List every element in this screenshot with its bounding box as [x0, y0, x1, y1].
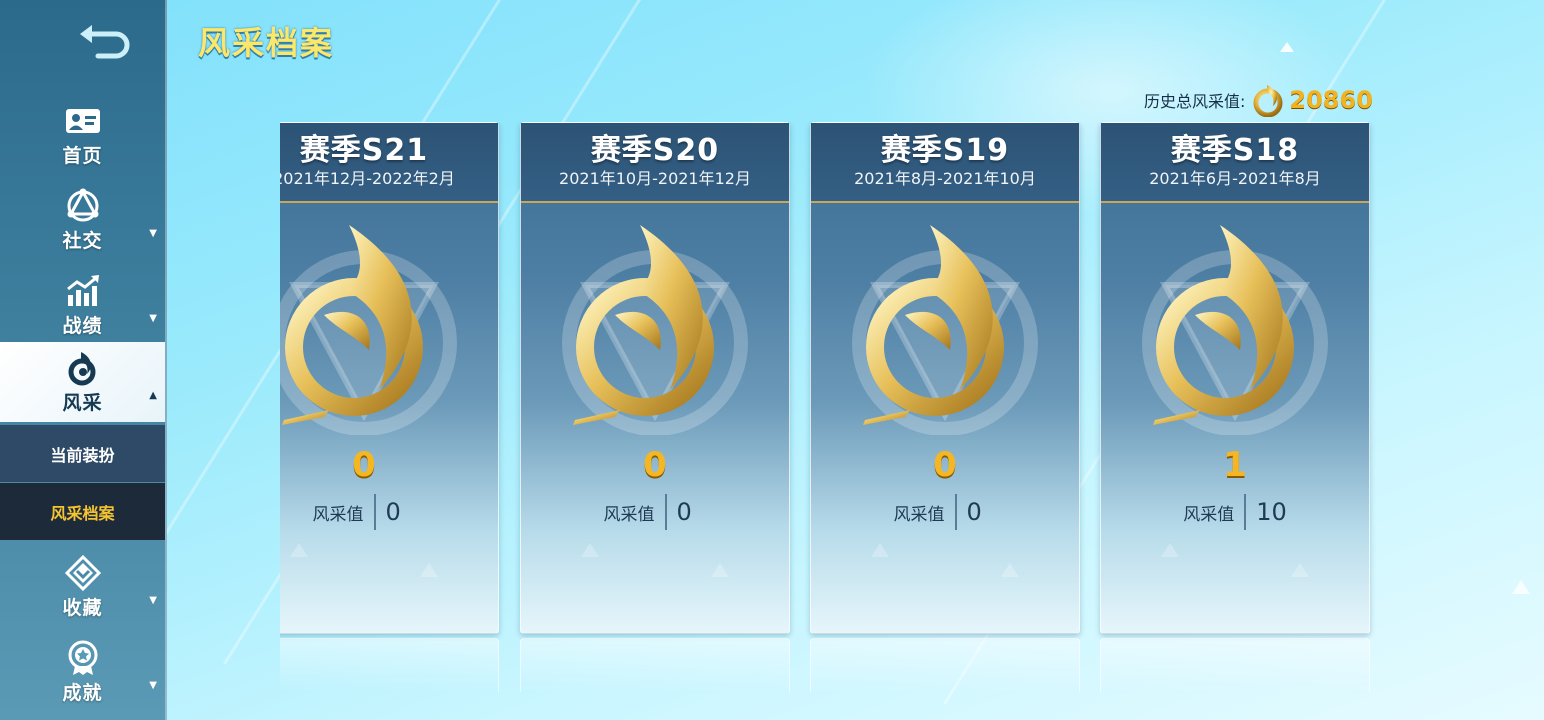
style-coin-icon [1253, 85, 1283, 117]
submenu-item-style-archive[interactable]: 风采档案 [0, 483, 165, 540]
sidebar-item-home[interactable]: 首页 [0, 95, 165, 175]
season-dates: 2021年10月-2021年12月 [559, 169, 751, 188]
sidebar-item-record[interactable]: 战绩 ▼ [0, 265, 165, 345]
season-card[interactable]: 赛季S19 2021年8月-2021年10月 0 风采值 0 [810, 122, 1080, 634]
sidebar-item-label: 社交 [62, 229, 103, 252]
season-card-header: 赛季S19 2021年8月-2021年10月 [811, 123, 1079, 203]
stat-value: 10 [1256, 498, 1287, 526]
stats-chart-icon [66, 274, 99, 306]
chevron-down-icon: ▼ [149, 680, 157, 691]
decorative-triangle [711, 563, 729, 577]
total-value: 20860 [1289, 86, 1373, 114]
season-name: 赛季S20 [590, 133, 720, 168]
season-name: 赛季S19 [880, 133, 1010, 168]
decorative-triangle [1161, 543, 1179, 557]
season-stat-row: 风采值 0 [521, 493, 789, 531]
season-level: 0 [643, 445, 667, 485]
submenu-item-label: 当前装扮 [50, 445, 115, 465]
diamond-badge-icon [64, 554, 101, 591]
total-label: 历史总风采值: [1144, 92, 1246, 111]
card-reflection [810, 638, 1080, 692]
decorative-triangle [581, 543, 599, 557]
season-card[interactable]: 赛季S20 2021年10月-2021年12月 0 风采值 0 [520, 122, 790, 634]
sidebar-item-label: 首页 [62, 144, 103, 167]
season-name: 赛季S18 [1170, 133, 1300, 168]
season-card[interactable]: 赛季S18 2021年6月-2021年8月 1 风采值 10 [1100, 122, 1370, 634]
sidebar: 首页 社交 ▼ 战绩 ▼ 风采 ▲ 当前装扮 风采档案 收藏 ▼ 成就 ▼ [0, 0, 167, 720]
stat-label: 风采值 [1183, 504, 1235, 525]
chevron-down-icon: ▼ [149, 595, 157, 606]
medal-icon [68, 640, 97, 675]
season-card[interactable]: 赛季S21 2021年12月-2022年2月 0 风采值 0 [280, 122, 499, 634]
sidebar-item-label: 风采 [62, 391, 103, 414]
flame-emblem-icon [68, 351, 95, 385]
sidebar-item-collection[interactable]: 收藏 ▼ [0, 547, 165, 627]
season-level: 0 [933, 445, 957, 485]
card-reflection [520, 638, 790, 692]
social-network-icon [67, 188, 98, 221]
stat-divider [664, 494, 667, 530]
stat-divider [373, 494, 376, 530]
sidebar-item-style[interactable]: 风采 ▲ [0, 342, 165, 422]
decorative-triangle [1291, 563, 1309, 577]
chevron-down-icon: ▼ [149, 228, 157, 239]
season-emblem-icon [852, 225, 1038, 435]
decorative-triangle [1001, 563, 1019, 577]
season-dates: 2021年12月-2022年2月 [280, 169, 455, 188]
chevron-down-icon: ▼ [149, 313, 157, 324]
id-card-icon [65, 108, 100, 133]
stat-divider [1244, 494, 1247, 530]
stat-value: 0 [676, 498, 692, 526]
season-card-list: 赛季S21 2021年12月-2022年2月 0 风采值 0 赛季S20 202… [280, 122, 1380, 692]
season-dates: 2021年6月-2021年8月 [1149, 169, 1321, 188]
season-card-header: 赛季S18 2021年6月-2021年8月 [1101, 123, 1369, 203]
card-reflection [280, 638, 499, 692]
season-stat-row: 风采值 10 [1101, 493, 1369, 531]
submenu-item-label: 风采档案 [50, 503, 115, 523]
chevron-up-icon: ▲ [149, 390, 157, 401]
season-card-header: 赛季S21 2021年12月-2022年2月 [280, 123, 498, 203]
card-reflection [1100, 638, 1370, 692]
stat-label: 风采值 [312, 504, 364, 525]
total-style-score: 历史总风采值: 20860 [1144, 82, 1373, 118]
season-emblem-icon [562, 225, 748, 435]
season-level: 1 [1223, 445, 1247, 485]
season-level: 0 [352, 445, 376, 485]
submenu-item-current-outfit[interactable]: 当前装扮 [0, 425, 165, 482]
season-emblem-icon [1142, 225, 1328, 435]
decorative-triangle [871, 543, 889, 557]
page-title: 风采档案 [198, 24, 335, 62]
stat-label: 风采值 [893, 504, 945, 525]
decorative-triangle [290, 543, 308, 557]
decorative-triangle [420, 563, 438, 577]
season-dates: 2021年8月-2021年10月 [854, 169, 1036, 188]
season-name: 赛季S21 [299, 133, 429, 168]
season-stat-row: 风采值 0 [280, 493, 498, 531]
stat-value: 0 [385, 498, 401, 526]
decorative-triangle [1512, 580, 1530, 594]
sidebar-item-label: 成就 [62, 681, 103, 704]
season-stat-row: 风采值 0 [811, 493, 1079, 531]
sidebar-item-achievement[interactable]: 成就 ▼ [0, 632, 165, 712]
sidebar-item-social[interactable]: 社交 ▼ [0, 180, 165, 260]
stat-label: 风采值 [603, 504, 655, 525]
sidebar-item-label: 战绩 [62, 314, 103, 337]
stat-divider [954, 494, 957, 530]
season-emblem-icon [280, 225, 457, 435]
season-card-header: 赛季S20 2021年10月-2021年12月 [521, 123, 789, 203]
sidebar-item-label: 收藏 [62, 596, 103, 619]
back-arrow-icon[interactable] [76, 20, 132, 60]
stat-value: 0 [966, 498, 982, 526]
scroll-up-icon[interactable] [1280, 42, 1294, 52]
